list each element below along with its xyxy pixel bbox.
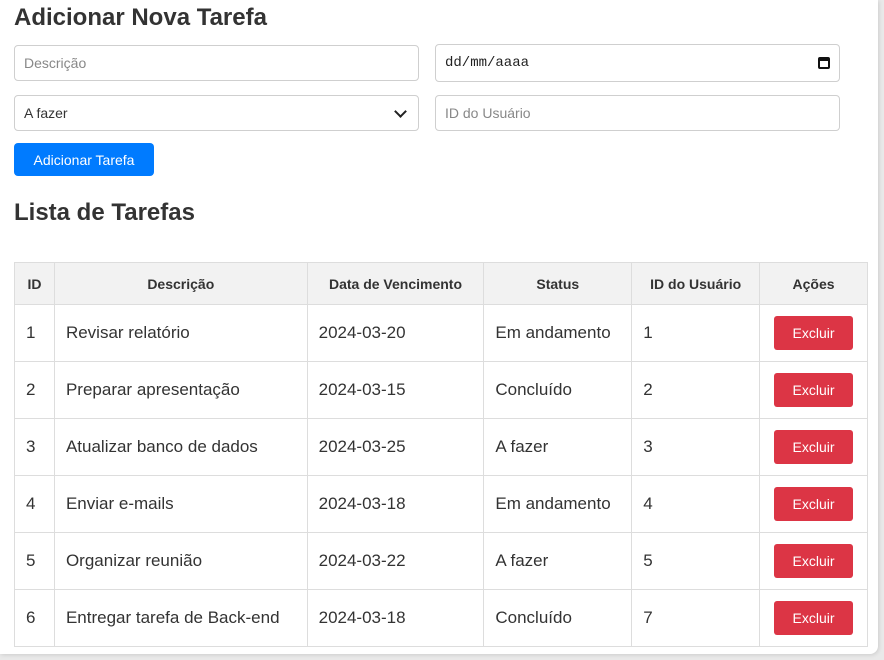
header-user-id: ID do Usuário [631,262,761,305]
delete-button[interactable]: Excluir [774,316,854,350]
cell-status: Em andamento [483,475,633,533]
cell-description: Revisar relatório [53,304,308,362]
header-actions: Ações [759,262,868,305]
cell-actions: Excluir [759,304,868,362]
cell-id: 1 [14,304,55,362]
header-id: ID [14,262,55,305]
cell-user-id: 1 [631,304,761,362]
cell-actions: Excluir [759,418,868,476]
task-list-title: Lista de Tarefas [14,199,195,226]
cell-status: Concluído [483,361,633,419]
cell-description: Atualizar banco de dados [53,418,308,476]
cell-description: Entregar tarefa de Back-end [53,589,308,647]
cell-id: 3 [14,418,55,476]
table-row: 1 Revisar relatório 2024-03-20 Em andame… [14,304,868,362]
table-header-row: ID Descrição Data de Vencimento Status I… [14,262,868,305]
cell-id: 2 [14,361,55,419]
task-manager-card: Adicionar Nova Tarefa dd/mm/aaaa A fazer… [0,0,878,654]
date-input-text: dd/mm/aaaa [445,55,530,71]
cell-id: 5 [14,532,55,590]
cell-description: Preparar apresentação [53,361,308,419]
delete-button[interactable]: Excluir [774,487,854,521]
cell-id: 4 [14,475,55,533]
table-row: 5 Organizar reunião 2024-03-22 A fazer 5… [14,532,868,590]
delete-button[interactable]: Excluir [774,373,854,407]
cell-due-date: 2024-03-25 [306,418,485,476]
status-select-value: A fazer [24,105,68,121]
task-table: ID Descrição Data de Vencimento Status I… [14,262,868,647]
cell-due-date: 2024-03-20 [306,304,485,362]
delete-button[interactable]: Excluir [774,544,854,578]
delete-button[interactable]: Excluir [774,601,854,635]
cell-due-date: 2024-03-22 [306,532,485,590]
cell-id: 6 [14,589,55,647]
cell-actions: Excluir [759,361,868,419]
cell-user-id: 2 [631,361,761,419]
table-row: 3 Atualizar banco de dados 2024-03-25 A … [14,418,868,476]
cell-user-id: 5 [631,532,761,590]
table-row: 4 Enviar e-mails 2024-03-18 Em andamento… [14,475,868,533]
cell-status: A fazer [483,532,633,590]
cell-due-date: 2024-03-18 [306,589,485,647]
cell-actions: Excluir [759,532,868,590]
cell-status: Em andamento [483,304,633,362]
cell-due-date: 2024-03-15 [306,361,485,419]
cell-user-id: 7 [631,589,761,647]
cell-user-id: 3 [631,418,761,476]
header-due-date: Data de Vencimento [306,262,485,305]
add-task-title: Adicionar Nova Tarefa [14,4,267,31]
due-date-input[interactable]: dd/mm/aaaa [435,44,840,82]
cell-actions: Excluir [759,475,868,533]
user-id-input[interactable] [435,95,840,131]
cell-actions: Excluir [759,589,868,647]
delete-button[interactable]: Excluir [774,430,854,464]
cell-description: Organizar reunião [53,532,308,590]
cell-due-date: 2024-03-18 [306,475,485,533]
header-status: Status [483,262,633,305]
add-task-button[interactable]: Adicionar Tarefa [14,143,154,176]
chevron-down-icon [394,104,407,118]
header-description: Descrição [53,262,308,305]
cell-status: A fazer [483,418,633,476]
table-row: 2 Preparar apresentação 2024-03-15 Concl… [14,361,868,419]
status-select[interactable]: A fazer [14,95,419,131]
cell-user-id: 4 [631,475,761,533]
table-row: 6 Entregar tarefa de Back-end 2024-03-18… [14,589,868,647]
calendar-icon[interactable] [818,57,830,69]
description-input[interactable] [14,45,419,81]
cell-description: Enviar e-mails [53,475,308,533]
cell-status: Concluído [483,589,633,647]
